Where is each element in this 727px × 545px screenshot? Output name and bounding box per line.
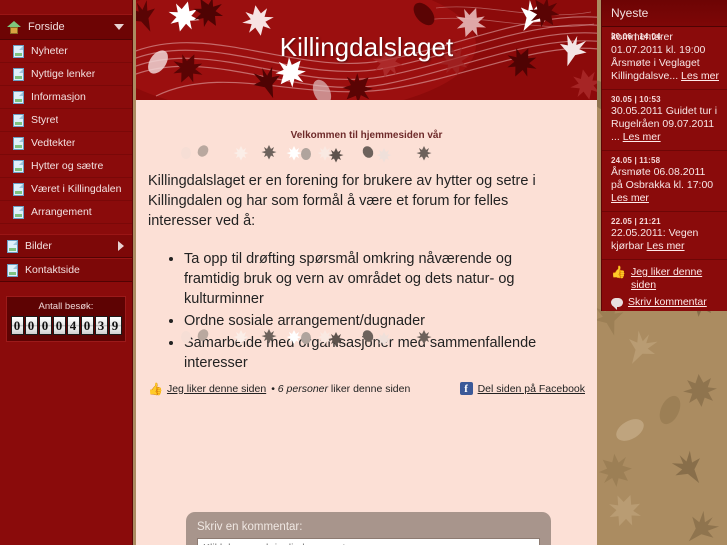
document-icon (13, 67, 24, 81)
news-date: 22.05 | 21:21 (611, 217, 661, 226)
sidebar-comment-label: Skriv kommentar (628, 296, 707, 308)
comment-form: Skriv en kommentar: f Del på Facebook An… (186, 512, 551, 545)
intro-paragraph: Killingdalslaget er en forening for bruk… (148, 173, 536, 229)
news-text: 01.07.2011 kl. 19:00 Årsmøte i Veglaget … (611, 44, 719, 83)
news-text: Årsmøte 06.08.2011 på Osbrakka kl. 17:00… (611, 166, 719, 205)
document-icon (13, 159, 24, 173)
sidebar-item-label: Forside (28, 21, 65, 33)
sidebar-item-hytter-og-saetre[interactable]: Hytter og sætre (0, 155, 132, 178)
counter-digit: 3 (94, 316, 108, 335)
document-icon (13, 44, 24, 58)
counter-digit: 0 (24, 316, 38, 335)
page-title: Killingdalslaget (279, 32, 454, 62)
sidebar-item-bilder[interactable]: Bilder (0, 234, 132, 258)
right-sidebar: Nyeste 30.06 | 14:04 kommentarer 01.07.2… (601, 0, 727, 311)
speech-bubble-icon (611, 298, 623, 310)
comment-form-title: Skriv en kommentar: (197, 521, 303, 533)
sidebar-item-label: Informasjon (31, 91, 86, 103)
home-icon (7, 20, 21, 34)
document-icon (7, 263, 18, 277)
chevron-down-icon[interactable] (114, 24, 124, 30)
sidebar-item-vaeret-i-killingdalen[interactable]: Været i Killingdalen (0, 178, 132, 201)
news-text: 30.05.2011 Guidet tur i Rugelråen 09.07.… (611, 105, 719, 144)
document-icon (7, 239, 18, 253)
news-item[interactable]: 24.05 | 11:58 Årsmøte 06.08.2011 på Osbr… (602, 151, 727, 212)
sidebar-item-nyheter[interactable]: Nyheter (0, 40, 132, 63)
sidebar-item-label: Bilder (25, 240, 52, 252)
right-sidebar-links: 👍 Jeg liker denne siden Skriv kommentar (602, 260, 727, 311)
sidebar-item-arrangement[interactable]: Arrangement (0, 201, 132, 224)
news-date: 30.05 | 10:53 (611, 95, 661, 104)
visit-counter-label: Antall besøk: (38, 301, 94, 312)
counter-digit: 0 (10, 316, 24, 335)
like-page-label[interactable]: Jeg liker denne siden (167, 383, 266, 395)
news-text: 22.05.2011: Vegen kjørbar Les mer (611, 227, 719, 253)
news-read-more-link[interactable]: Les mer (623, 131, 661, 143)
sidebar-sublist: Nyheter Nyttige lenker Informasjon Styre… (0, 40, 132, 224)
news-body: Årsmøte 06.08.2011 på Osbrakka kl. 17:00 (611, 166, 714, 191)
document-icon (13, 136, 24, 150)
share-on-facebook-label[interactable]: Del siden på Facebook (478, 383, 585, 395)
thumbs-up-icon: 👍 (611, 265, 626, 279)
news-read-more-link[interactable]: Les mer (681, 70, 719, 82)
facebook-icon: f (459, 382, 473, 395)
share-on-facebook-button[interactable]: f Del siden på Facebook (459, 382, 585, 395)
sidebar-item-vedtekter[interactable]: Vedtekter (0, 132, 132, 155)
document-icon (13, 182, 24, 196)
right-sidebar-heading: Nyeste (602, 0, 727, 27)
site-header: Killingdalslaget (136, 0, 597, 100)
news-item[interactable]: 30.06 | 14:04 kommentarer 01.07.2011 kl.… (602, 27, 727, 90)
news-date: 24.05 | 11:58 (611, 156, 661, 165)
sidebar-item-label: Hytter og sætre (31, 160, 104, 172)
like-page-link[interactable]: 👍 Jeg liker denne siden (148, 383, 266, 395)
left-sidebar: Forside Nyheter Nyttige lenker Informasj… (0, 0, 133, 545)
sidebar-item-kontaktside[interactable]: Kontaktside (0, 258, 132, 282)
chevron-right-icon[interactable] (118, 241, 124, 251)
sidebar-top-spacer (0, 0, 132, 14)
like-count: • 6 personer liker denne siden (271, 383, 410, 395)
sidebar-item-styret[interactable]: Styret (0, 109, 132, 132)
sidebar-item-label: Kontaktside (25, 264, 80, 276)
list-item: Ta opp til drøfting spørsmål omkring nåv… (184, 249, 597, 309)
counter-digit: 0 (80, 316, 94, 335)
leaf-divider-top (136, 143, 597, 167)
sidebar-item-nyttige-lenker[interactable]: Nyttige lenker (0, 63, 132, 86)
document-icon (13, 205, 24, 219)
bullet-list: Ta opp til drøfting spørsmål omkring nåv… (184, 249, 597, 373)
sidebar-item-label: Styret (31, 114, 59, 126)
sidebar-like-label: Jeg liker denne siden (630, 266, 703, 291)
news-read-more-link[interactable]: Les mer (611, 192, 649, 204)
news-overlap-text: kommentarer (611, 31, 673, 43)
facebook-like-bar: 👍 Jeg liker denne siden • 6 personer lik… (148, 382, 585, 395)
news-read-more-link[interactable]: Les mer (647, 240, 685, 252)
news-item[interactable]: 22.05 | 21:21 22.05.2011: Vegen kjørbar … (602, 212, 727, 260)
sidebar-item-label: Nyttige lenker (31, 68, 96, 80)
sidebar-item-label: Arrangement (31, 206, 92, 218)
sidebar-item-forside[interactable]: Forside (0, 14, 132, 40)
leaf-divider-bottom (136, 327, 597, 351)
sidebar-item-label: Nyheter (31, 45, 68, 57)
sidebar-item-label: Vedtekter (31, 137, 76, 149)
sidebar-comment-link[interactable]: Skriv kommentar (611, 296, 719, 310)
document-icon (13, 90, 24, 104)
sidebar-item-informasjon[interactable]: Informasjon (0, 86, 132, 109)
counter-digit: 0 (38, 316, 52, 335)
visit-counter-digits: 0 0 0 0 4 0 3 9 (10, 316, 122, 335)
welcome-heading: Velkommen til hjemmesiden vår (290, 130, 443, 141)
thumbs-up-icon: 👍 (148, 381, 163, 396)
visit-counter: Antall besøk: 0 0 0 0 4 0 3 9 (6, 296, 126, 342)
sidebar-item-label: Været i Killingdalen (31, 183, 122, 195)
news-item[interactable]: 30.05 | 10:53 30.05.2011 Guidet tur i Ru… (602, 90, 727, 151)
counter-digit: 9 (108, 316, 122, 335)
comment-input[interactable] (197, 538, 540, 545)
counter-digit: 4 (66, 316, 80, 335)
like-count-value: 6 personer (277, 382, 328, 395)
document-icon (13, 113, 24, 127)
sidebar-like-link[interactable]: 👍 Jeg liker denne siden (611, 266, 719, 292)
like-count-suffix: liker denne siden (330, 382, 411, 395)
counter-digit: 0 (52, 316, 66, 335)
like-separator: • (271, 382, 275, 395)
main-content: Velkommen til hjemmesiden vår Killingdal… (136, 100, 597, 545)
